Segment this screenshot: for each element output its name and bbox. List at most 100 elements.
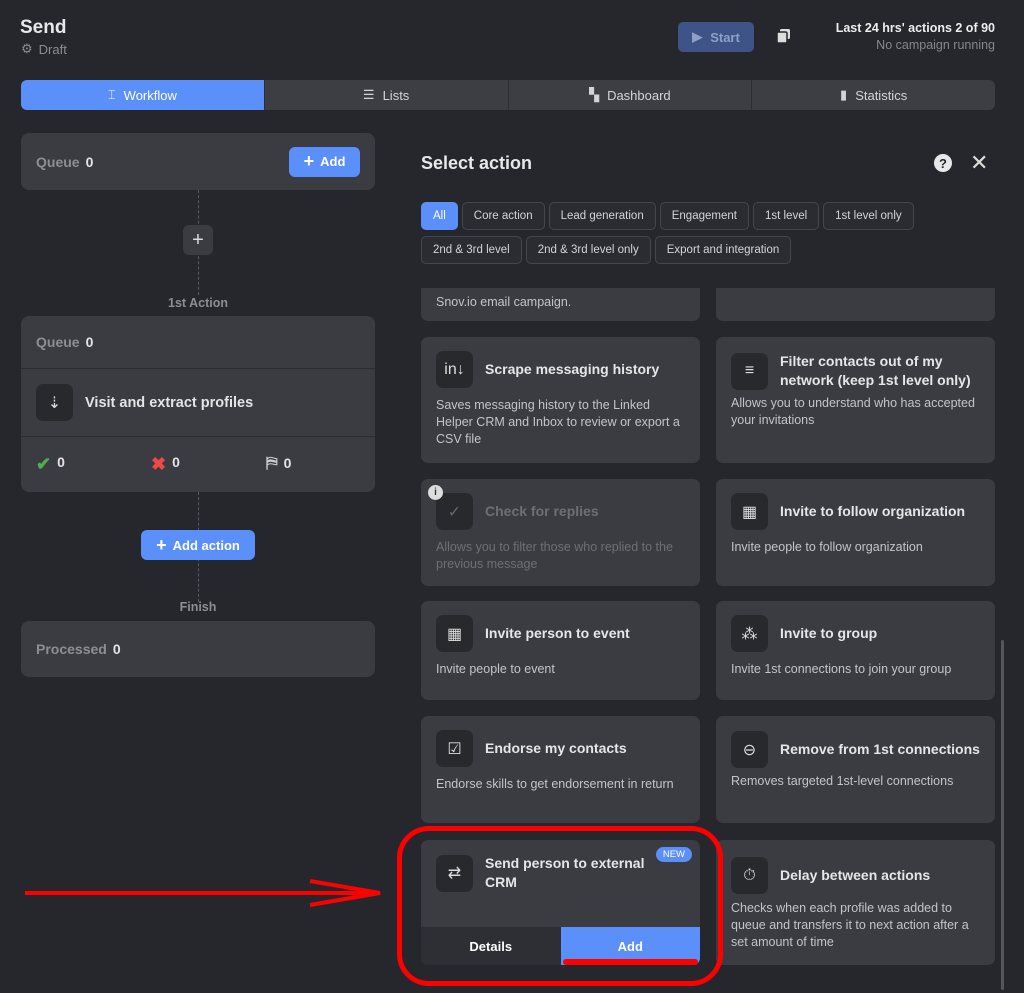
filter-lead-generation[interactable]: Lead generation [548,202,656,230]
filter-engagement[interactable]: Engagement [659,202,749,230]
action-card[interactable]: Snov.io email campaign. [421,288,700,321]
tab-lists[interactable]: ☰ Lists [263,80,508,110]
group-plus-icon: ⁂ [731,615,768,652]
filter-icon: ≡ [731,352,768,390]
insert-step-button[interactable]: + [183,225,213,255]
filter-all[interactable]: All [421,202,458,230]
action-stats: Last 24 hrs' actions 2 of 90 No campaign … [836,21,995,52]
processed-value: 0 [112,641,121,657]
workflow-icon: ⌶ [107,87,116,102]
person-remove-icon: ⊖ [731,731,768,768]
action-card[interactable]: ⏱ Delay between actions Checks when each p… [716,840,995,965]
queue-box: Queue 0 + Add [21,133,375,190]
play-icon: ▶ [692,29,703,44]
filter-2nd-3rd-level[interactable]: 2nd & 3rd level [421,236,522,264]
add-action-button[interactable]: + Add action [141,530,255,560]
filter-chips: All Core action Lead generation Engageme… [421,202,1001,264]
campaign-running-status: No campaign running [876,38,995,52]
action-card[interactable]: ≡ Filter contacts out of my network (keep… [716,337,995,463]
list-icon: ☰ [362,87,375,102]
add-profiles-button[interactable]: + Add [289,146,360,177]
card-desc: Allows you to understand who has accepte… [731,396,975,427]
campaign-status: ⚙ Draft [21,41,67,57]
draft-icon: ⚙ [21,41,33,56]
start-button[interactable]: ▶ Start [678,22,754,52]
filter-export-integration[interactable]: Export and integration [654,236,792,264]
queue-label: Queue [36,153,80,170]
add-label: Add [320,154,346,169]
tab-label: Dashboard [607,87,671,103]
action-card[interactable]: ▦ Invite to follow organization Invite peo… [716,479,995,586]
card-desc: Checks when each profile was added to qu… [731,901,969,949]
action-box: Queue 0 ⇣ Visit and extract profiles ✔ 0 ✖ 0… [21,316,375,492]
info-icon[interactable]: i [428,485,443,500]
queue-value: 0 [85,153,94,170]
tab-workflow[interactable]: ⌶ Workflow [21,80,264,110]
action-card[interactable]: in↓ Scrape messaging history Saves messagi… [421,337,700,463]
tab-dashboard[interactable]: ▚ Dashboard [507,80,752,110]
action-card[interactable] [716,288,995,321]
status-text: Draft [38,41,67,57]
copy-icon[interactable] [776,28,792,44]
finish-label: Finish [179,600,217,614]
close-icon[interactable]: ✕ [970,150,988,176]
action-card[interactable]: i ✓ Check for replies Allows you to filter … [421,479,700,586]
action-card[interactable]: ▦ Invite person to event Invite people to … [421,601,700,700]
panel-title: Select action [421,153,533,173]
chat-check-icon: ✓ [436,493,473,530]
card-name: Check for replies [485,503,599,519]
dashboard-icon: ▚ [589,87,600,102]
calendar-icon: ▦ [436,615,473,652]
action-card[interactable]: ⊖ Remove from 1st connections Removes targ… [716,716,995,823]
filter-1st-level-only[interactable]: 1st level only [823,202,914,230]
clipboard-check-icon: ☑ [436,730,473,767]
tab-statistics[interactable]: ▮ Statistics [751,80,995,110]
annotation-arrow [25,879,381,907]
card-desc: Snov.io email campaign. [436,295,572,309]
plus-icon: + [156,534,167,555]
linkedin-download-icon: in↓ [436,351,473,388]
help-icon[interactable]: ? [934,154,952,172]
check-icon: ✔ [36,453,52,474]
filter-1st-level[interactable]: 1st level [752,202,820,230]
failed-count: 0 [172,453,180,470]
queue-label: Queue [36,334,80,350]
filter-core[interactable]: Core action [461,202,545,230]
action-item[interactable]: ⇣ Visit and extract profiles [21,369,375,437]
card-name: Scrape messaging history [485,361,660,377]
card-desc: Saves messaging history to the Linked He… [436,398,680,446]
annotation-underline [563,959,698,965]
card-name: Invite to group [780,625,878,641]
card-desc: Invite people to event [436,662,555,676]
skipped-icon: ⛿ [266,455,278,472]
start-label: Start [710,29,740,45]
card-desc: Invite 1st connections to join your grou… [731,662,952,676]
card-name: Remove from 1st connections [780,741,980,757]
processed-box: Processed 0 [21,621,375,677]
x-icon: ✖ [151,453,167,474]
card-name: Delay between actions [780,867,931,883]
card-desc: Allows you to filter those who replied t… [436,540,673,571]
building-plus-icon: ▦ [731,493,768,530]
step-label: 1st Action [168,296,228,310]
card-desc: Removes targeted 1st-level connections [731,774,954,788]
filter-2nd-3rd-level-only[interactable]: 2nd & 3rd level only [525,236,651,264]
plus-icon: + [303,151,315,171]
card-desc: Endorse skills to get endorsement in ret… [436,777,674,791]
tab-label: Statistics [855,87,908,103]
action-card[interactable]: ⁂ Invite to group Invite 1st connections t… [716,601,995,700]
tab-label: Workflow [123,87,177,103]
card-name: Endorse my contacts [485,740,627,756]
success-count: 0 [57,453,65,470]
card-name: Invite to follow organization [780,503,966,519]
card-desc: Invite people to follow organization [731,540,923,554]
scrollbar[interactable] [1001,640,1004,990]
processed-label: Processed [36,641,107,657]
stopwatch-icon: ⏱ [731,857,768,894]
bar-chart-icon: ▮ [840,87,848,102]
add-action-label: Add action [172,537,240,553]
skipped-count: 0 [283,455,292,471]
action-card[interactable]: ☑ Endorse my contacts Endorse skills to ge… [421,716,700,823]
card-name: Invite person to event [485,625,630,641]
tab-label: Lists [382,87,410,103]
